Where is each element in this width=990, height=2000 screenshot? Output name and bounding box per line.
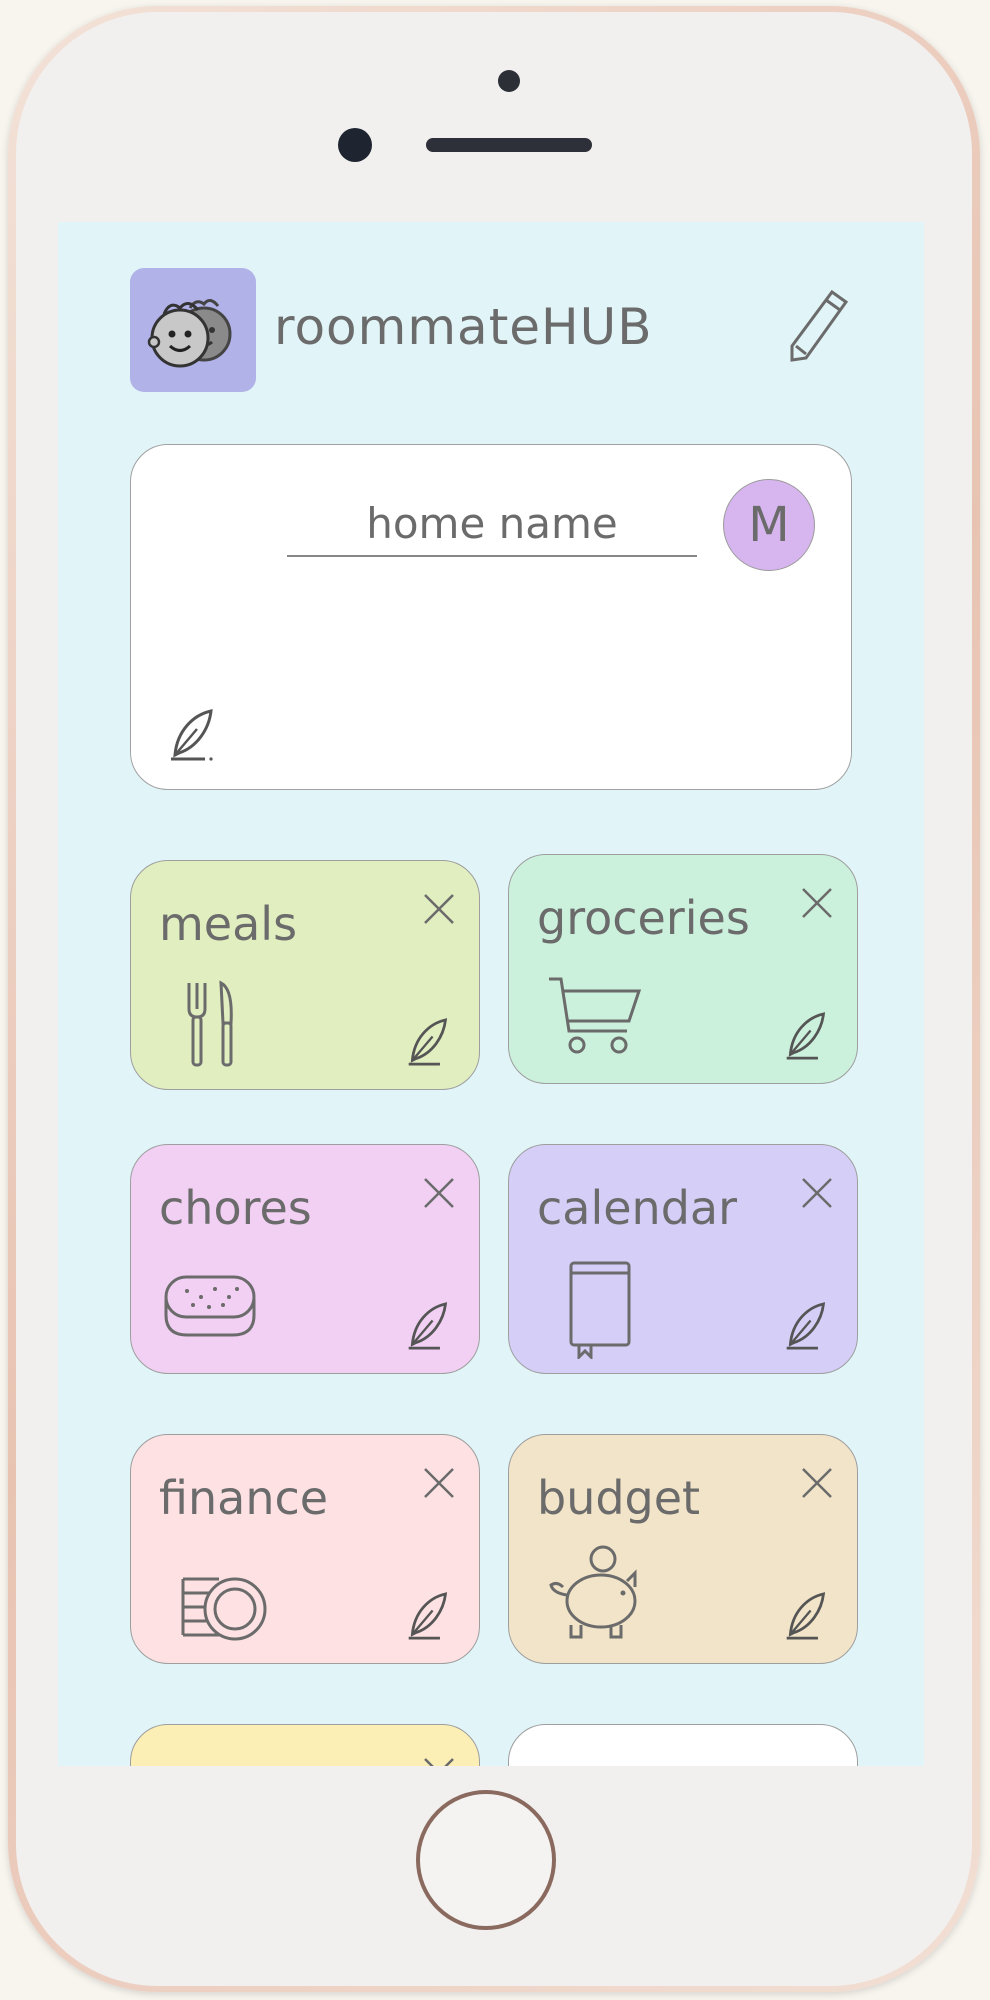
proximity-sensor — [498, 70, 520, 92]
tile-label: meals — [159, 897, 298, 951]
tile-budget[interactable]: budget — [508, 1434, 858, 1664]
feather-edit-icon[interactable] — [783, 1299, 829, 1353]
tile-partial-yellow[interactable] — [130, 1724, 480, 1766]
pencil-edit-icon[interactable] — [788, 288, 850, 364]
close-icon[interactable] — [799, 1465, 835, 1501]
app-title: roommateHUB — [274, 298, 653, 356]
piggy-bank-icon — [549, 1545, 637, 1639]
close-icon[interactable] — [799, 1175, 835, 1211]
close-icon[interactable] — [799, 885, 835, 921]
home-name-input[interactable]: home name — [287, 493, 697, 557]
fork-knife-icon — [187, 980, 233, 1067]
sponge-icon — [164, 1275, 256, 1337]
feather-edit-icon[interactable] — [405, 1015, 451, 1069]
tile-finance[interactable]: finance — [130, 1434, 480, 1664]
tile-label: calendar — [537, 1181, 738, 1235]
feather-edit-icon[interactable] — [167, 707, 217, 763]
tile-label: finance — [159, 1471, 329, 1525]
feather-edit-icon[interactable] — [405, 1589, 451, 1643]
feather-edit-icon[interactable] — [783, 1589, 829, 1643]
close-icon[interactable] — [421, 1175, 457, 1211]
tile-partial-white[interactable] — [508, 1724, 858, 1766]
close-icon[interactable] — [421, 1755, 457, 1766]
earpiece-speaker — [426, 138, 592, 152]
home-button[interactable] — [416, 1790, 556, 1930]
home-card: home name M — [130, 444, 852, 790]
tile-groceries[interactable]: groceries — [508, 854, 858, 1084]
close-icon[interactable] — [421, 891, 457, 927]
tile-chores[interactable]: chores — [130, 1144, 480, 1374]
tile-label: chores — [159, 1181, 312, 1235]
tile-label: budget — [537, 1471, 701, 1525]
close-icon[interactable] — [421, 1465, 457, 1501]
tile-calendar[interactable]: calendar — [508, 1144, 858, 1374]
feather-edit-icon[interactable] — [405, 1299, 451, 1353]
feather-edit-icon[interactable] — [783, 1009, 829, 1063]
user-avatar[interactable]: M — [723, 479, 815, 571]
book-icon — [569, 1261, 631, 1359]
coins-icon — [181, 1577, 267, 1641]
front-camera — [338, 128, 372, 162]
app-screen: roommateHUB home name M meals groceries … — [58, 222, 924, 1766]
roommates-logo-icon — [130, 268, 256, 392]
tile-label: groceries — [537, 891, 750, 945]
shopping-cart-icon — [549, 977, 642, 1054]
tile-meals[interactable]: meals — [130, 860, 480, 1090]
